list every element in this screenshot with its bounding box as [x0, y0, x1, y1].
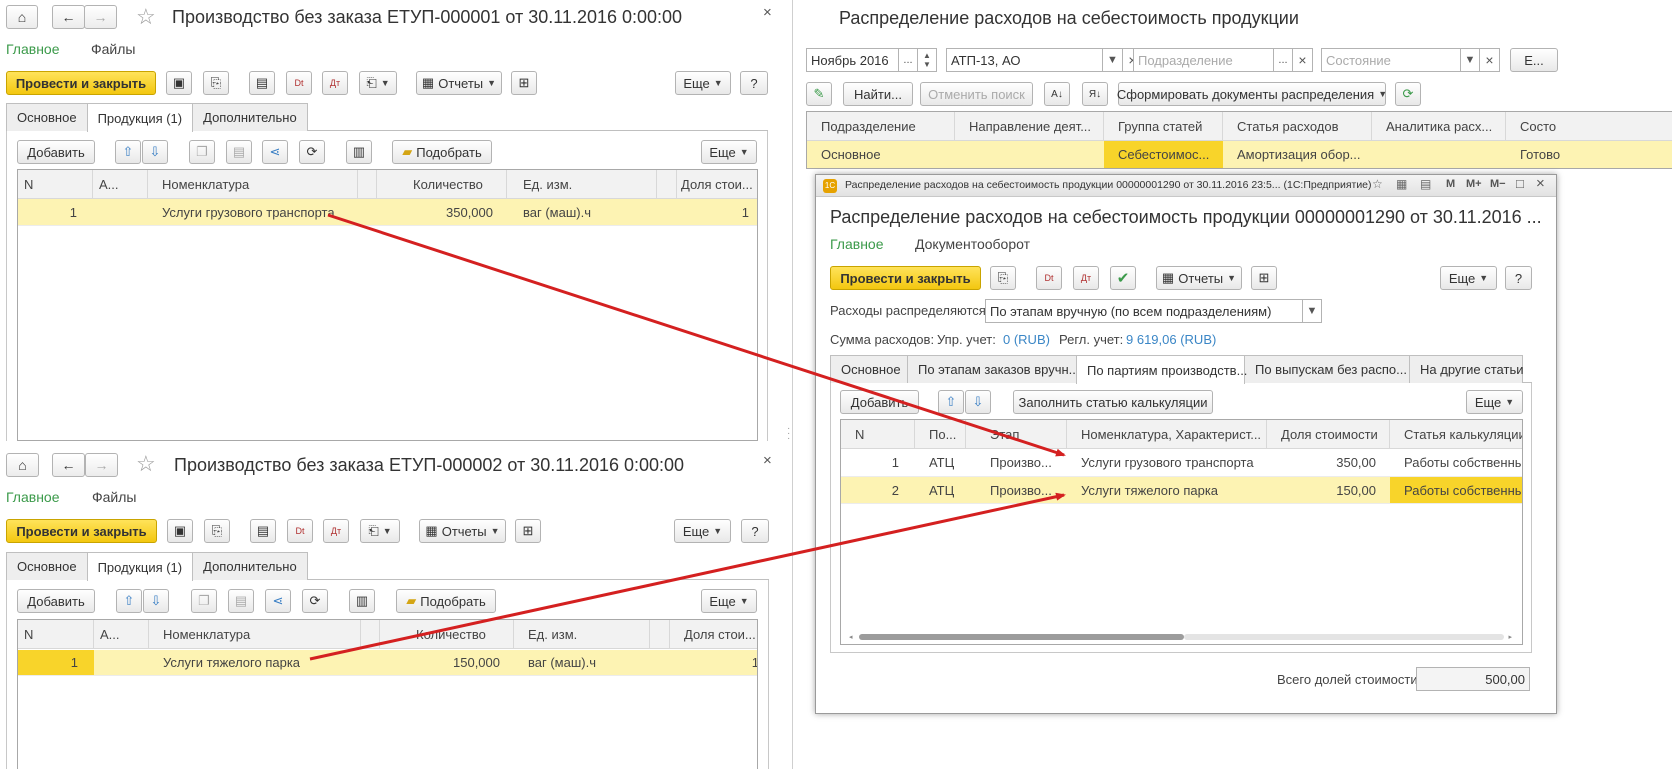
arrow-2-icon	[309, 492, 1066, 661]
arrow-1-icon	[327, 213, 1066, 457]
annotation-arrows	[309, 213, 1066, 661]
